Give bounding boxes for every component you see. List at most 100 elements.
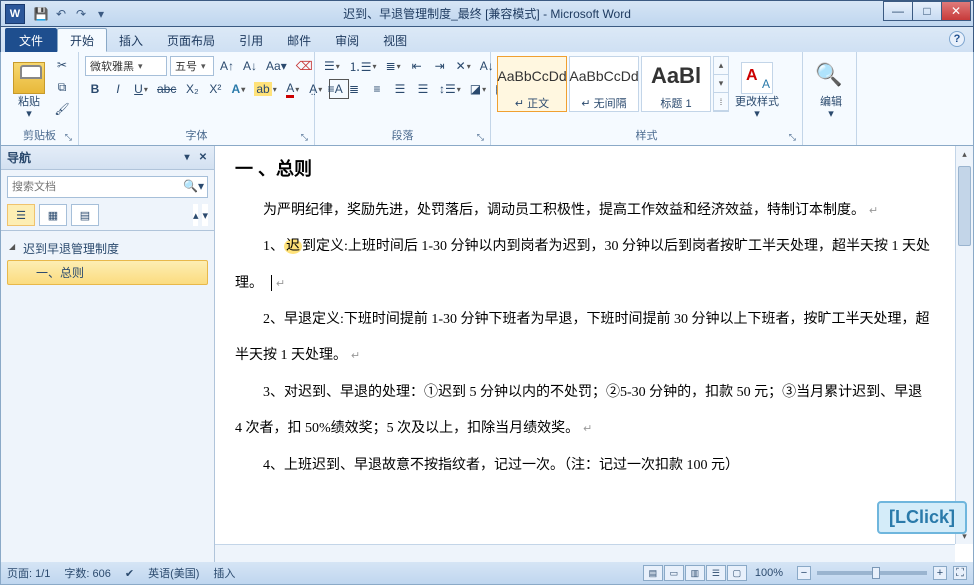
strikethrough-button[interactable]: abc (154, 79, 179, 99)
change-styles-button[interactable]: AA 更改样式▾ (729, 56, 785, 126)
tab-layout[interactable]: 页面布局 (155, 28, 227, 52)
style-nospacing[interactable]: AaBbCcDd ↵ 无间隔 (569, 56, 639, 112)
copy-icon[interactable]: ⧉ (53, 78, 71, 96)
document-content[interactable]: 一 、总则 为严明纪律，奖励先进，处罚落后，调动员工积极性，提高工作效益和经济效… (215, 146, 973, 484)
style-name: ↵ 无间隔 (581, 95, 626, 111)
status-page[interactable]: 页面: 1/1 (7, 565, 50, 581)
close-button[interactable]: ✕ (941, 1, 971, 21)
nav-tab-results[interactable]: ▤ (71, 204, 99, 226)
nav-item-root[interactable]: 迟到早退管理制度 (7, 237, 208, 260)
tab-insert[interactable]: 插入 (107, 28, 155, 52)
status-words[interactable]: 字数: 606 (64, 565, 110, 581)
nav-next-icon[interactable]: ▾ (202, 204, 208, 226)
numbering-icon[interactable]: ⒈☰ (346, 56, 380, 76)
zoom-out-button[interactable]: − (797, 566, 811, 580)
nav-tab-headings[interactable]: ☰ (7, 204, 35, 226)
change-case-icon[interactable]: Aa▾ (263, 56, 290, 76)
search-icon[interactable]: 🔍▾ (183, 179, 204, 193)
line-spacing-icon[interactable]: ↕☰ (436, 79, 464, 99)
tab-home[interactable]: 开始 (57, 28, 107, 52)
zoom-fit-button[interactable]: ⛶ (953, 566, 967, 580)
tab-review[interactable]: 审阅 (323, 28, 371, 52)
nav-dropdown-icon[interactable]: ▾ (180, 151, 194, 165)
view-fullscreen-icon[interactable]: ▭ (664, 565, 684, 581)
increase-indent-icon[interactable]: ⇥ (430, 56, 450, 76)
style-heading1[interactable]: AaBl 标题 1 (641, 56, 711, 112)
font-color-icon[interactable]: A (283, 79, 303, 99)
lclick-overlay: [LClick] (877, 501, 967, 534)
doc-p4-cont: 4 次者，扣 50%绩效奖；5 次及以上，扣除当月绩效奖。↵ (235, 411, 943, 447)
font-size-combo[interactable]: 五号 (170, 56, 214, 76)
tab-mailings[interactable]: 邮件 (275, 28, 323, 52)
distribute-icon[interactable]: ☰ (413, 79, 433, 99)
zoom-level[interactable]: 100% (755, 567, 783, 579)
nav-close-icon[interactable]: ✕ (196, 151, 210, 165)
tab-file[interactable]: 文件 (5, 28, 57, 52)
zoom-slider[interactable] (817, 571, 927, 575)
view-buttons: ▤ ▭ ▥ ☰ ▢ (643, 565, 747, 581)
search-input[interactable] (7, 176, 208, 198)
vertical-scrollbar[interactable]: ▴ ▾ (955, 146, 973, 544)
format-painter-icon[interactable]: 🖌 (53, 100, 71, 118)
align-center-icon[interactable]: ≣ (344, 79, 364, 99)
view-draft-icon[interactable]: ▢ (727, 565, 747, 581)
paste-button[interactable]: 粘贴▾ (7, 56, 51, 126)
justify-icon[interactable]: ☰ (390, 79, 410, 99)
quick-access-toolbar: 💾 ↶ ↷ ▾ (33, 6, 109, 22)
clear-formatting-icon[interactable]: ⌫ (293, 56, 316, 76)
clipboard-launcher-icon[interactable]: ⤡ (65, 132, 72, 143)
maximize-button[interactable]: □ (912, 1, 942, 21)
multilevel-list-icon[interactable]: ≣ (383, 56, 404, 76)
nav-item-section1[interactable]: 一、总则 (7, 260, 208, 285)
status-language[interactable]: 英语(美国) (148, 565, 199, 581)
paragraph-launcher-icon[interactable]: ⤡ (477, 132, 484, 143)
window-controls: — □ ✕ (884, 1, 971, 21)
subscript-button[interactable]: X₂ (182, 79, 202, 99)
font-launcher-icon[interactable]: ⤡ (301, 132, 308, 143)
font-family-combo[interactable]: 微软雅黑 (85, 56, 167, 76)
tab-view[interactable]: 视图 (371, 28, 419, 52)
align-right-icon[interactable]: ≡ (367, 79, 387, 99)
cut-icon[interactable]: ✂ (53, 56, 71, 74)
nav-prev-icon[interactable]: ▴ (193, 204, 199, 226)
help-icon[interactable]: ? (949, 31, 965, 47)
highlight-icon[interactable]: ab (251, 79, 279, 99)
style-normal[interactable]: AaBbCcDd ↵ 正文 (497, 56, 567, 112)
decrease-indent-icon[interactable]: ⇤ (407, 56, 427, 76)
nav-tab-pages[interactable]: ▦ (39, 204, 67, 226)
text-effects-icon[interactable]: A (228, 79, 248, 99)
scroll-thumb[interactable] (958, 166, 971, 246)
asian-layout-icon[interactable]: ✕ (453, 56, 474, 76)
status-proofing-icon[interactable]: ✔ (125, 567, 134, 580)
redo-icon[interactable]: ↷ (73, 6, 89, 22)
qat-dropdown-icon[interactable]: ▾ (93, 6, 109, 22)
minimize-button[interactable]: — (883, 1, 913, 21)
view-print-layout-icon[interactable]: ▤ (643, 565, 663, 581)
styles-label: 样式 (636, 127, 658, 143)
status-mode[interactable]: 插入 (213, 565, 235, 581)
superscript-button[interactable]: X² (205, 79, 225, 99)
text-cursor (271, 275, 272, 291)
styles-launcher-icon[interactable]: ⤡ (789, 132, 796, 143)
italic-button[interactable]: I (108, 79, 128, 99)
view-outline-icon[interactable]: ☰ (706, 565, 726, 581)
zoom-in-button[interactable]: + (933, 566, 947, 580)
grow-font-icon[interactable]: A↑ (217, 56, 237, 76)
style-gallery-expand[interactable]: ▴▾⁞ (713, 56, 729, 112)
editing-button[interactable]: 🔍 编辑▾ (809, 56, 853, 126)
underline-button[interactable]: U (131, 79, 151, 99)
find-icon: 🔍 (815, 62, 847, 94)
scroll-up-icon[interactable]: ▴ (956, 146, 973, 162)
save-icon[interactable]: 💾 (33, 6, 49, 22)
align-left-icon[interactable]: ≡ (321, 79, 341, 99)
view-web-icon[interactable]: ▥ (685, 565, 705, 581)
doc-p2-cont: 理。↵ (235, 266, 943, 302)
bold-button[interactable]: B (85, 79, 105, 99)
tab-references[interactable]: 引用 (227, 28, 275, 52)
bullets-icon[interactable]: ☰ (321, 56, 343, 76)
shrink-font-icon[interactable]: A↓ (240, 56, 260, 76)
undo-icon[interactable]: ↶ (53, 6, 69, 22)
shading-icon[interactable]: ◪ (467, 79, 489, 99)
horizontal-scrollbar[interactable] (215, 544, 955, 562)
zoom-thumb[interactable] (872, 567, 880, 579)
